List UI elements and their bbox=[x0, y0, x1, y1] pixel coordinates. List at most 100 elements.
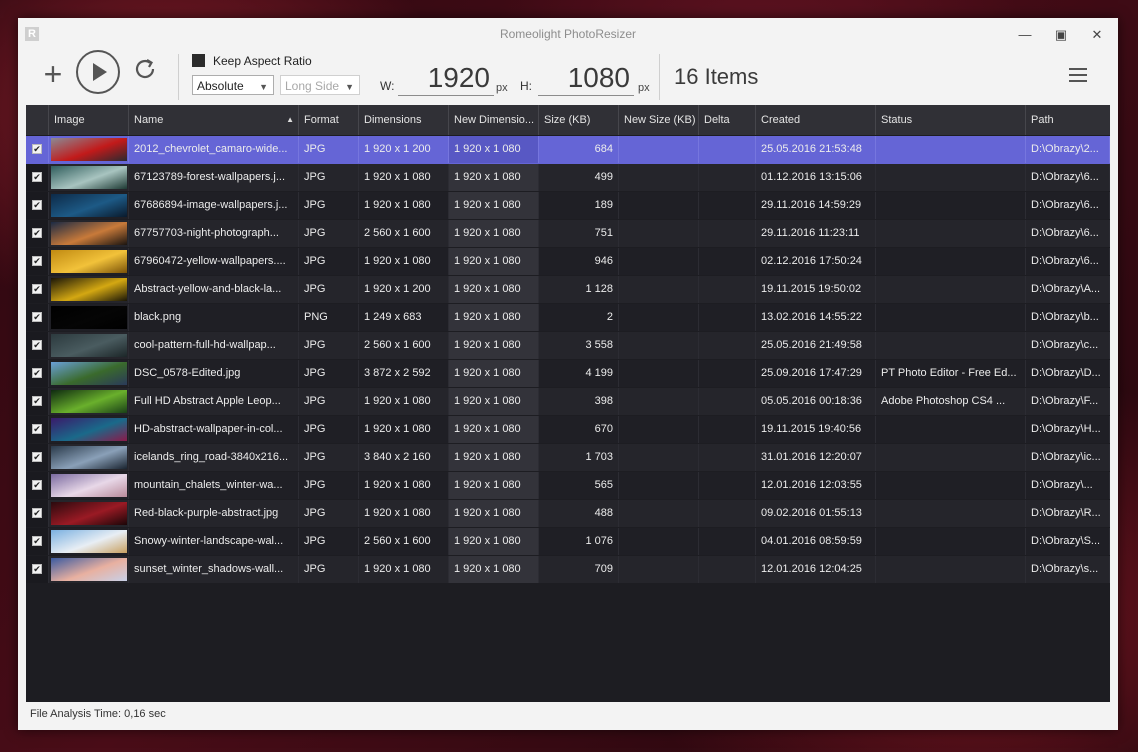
cell-format: JPG bbox=[299, 248, 359, 275]
table-row[interactable]: ✔ black.png PNG 1 249 x 683 1 920 x 1 080 2 13… bbox=[26, 304, 1110, 332]
table-row[interactable]: ✔ icelands_ring_road-3840x216... JPG 3 840 … bbox=[26, 444, 1110, 472]
cell-name: Full HD Abstract Apple Leop... bbox=[129, 388, 299, 415]
cell-format: JPG bbox=[299, 360, 359, 387]
cell-format: JPG bbox=[299, 388, 359, 415]
row-checkbox[interactable]: ✔ bbox=[32, 452, 42, 462]
hamburger-menu-button[interactable] bbox=[1069, 68, 1087, 82]
cell-name: icelands_ring_road-3840x216... bbox=[129, 444, 299, 471]
row-select-cell: ✔ bbox=[26, 444, 49, 471]
table-row[interactable]: ✔ cool-pattern-full-hd-wallpap... JPG 2 560… bbox=[26, 332, 1110, 360]
cell-delta bbox=[699, 220, 756, 247]
row-checkbox[interactable]: ✔ bbox=[32, 480, 42, 490]
column-header-status[interactable]: Status bbox=[876, 105, 1026, 135]
menu-icon bbox=[1069, 68, 1087, 70]
row-checkbox[interactable]: ✔ bbox=[32, 368, 42, 378]
table-row[interactable]: ✔ 67757703-night-photograph... JPG 2 560 x … bbox=[26, 220, 1110, 248]
cell-newsize bbox=[619, 304, 699, 331]
row-select-cell: ✔ bbox=[26, 192, 49, 219]
row-checkbox[interactable]: ✔ bbox=[32, 536, 42, 546]
keep-aspect-checkbox[interactable] bbox=[192, 54, 205, 67]
side-select[interactable]: Long Side ▼ bbox=[280, 75, 360, 95]
column-header-delta[interactable]: Delta bbox=[699, 105, 756, 135]
cell-size: 398 bbox=[539, 388, 619, 415]
cell-status bbox=[876, 164, 1026, 191]
sort-ascending-icon: ▲ bbox=[286, 115, 294, 124]
table-row[interactable]: ✔ 67123789-forest-wallpapers.j... JPG 1 920… bbox=[26, 164, 1110, 192]
cell-size: 3 558 bbox=[539, 332, 619, 359]
resize-mode-value: Absolute bbox=[197, 79, 244, 93]
refresh-button[interactable] bbox=[132, 56, 158, 82]
row-checkbox[interactable]: ✔ bbox=[32, 172, 42, 182]
cell-status bbox=[876, 276, 1026, 303]
cell-newsize bbox=[619, 388, 699, 415]
table-row[interactable]: ✔ Red-black-purple-abstract.jpg JPG 1 920 x… bbox=[26, 500, 1110, 528]
row-checkbox[interactable]: ✔ bbox=[32, 424, 42, 434]
row-select-cell: ✔ bbox=[26, 248, 49, 275]
maximize-button[interactable]: ▣ bbox=[1046, 24, 1076, 46]
cell-newsize bbox=[619, 360, 699, 387]
table-row[interactable]: ✔ Full HD Abstract Apple Leop... JPG 1 920 … bbox=[26, 388, 1110, 416]
column-header-created[interactable]: Created bbox=[756, 105, 876, 135]
row-select-cell: ✔ bbox=[26, 332, 49, 359]
row-checkbox[interactable]: ✔ bbox=[32, 396, 42, 406]
row-checkbox[interactable]: ✔ bbox=[32, 340, 42, 350]
image-thumbnail-cell bbox=[49, 136, 129, 163]
row-checkbox[interactable]: ✔ bbox=[32, 312, 42, 322]
width-input[interactable]: 1920 bbox=[398, 62, 490, 94]
column-header-name[interactable]: Name ▲ bbox=[129, 105, 299, 135]
cell-name: HD-abstract-wallpaper-in-col... bbox=[129, 416, 299, 443]
cell-path: D:\Obrazy\... bbox=[1026, 472, 1110, 499]
column-header-new-dimensions[interactable]: New Dimensio... bbox=[449, 105, 539, 135]
cell-newsize bbox=[619, 416, 699, 443]
cell-size: 1 128 bbox=[539, 276, 619, 303]
table-row[interactable]: ✔ Snowy-winter-landscape-wal... JPG 2 560 x… bbox=[26, 528, 1110, 556]
row-checkbox[interactable]: ✔ bbox=[32, 256, 42, 266]
table-row[interactable]: ✔ Abstract-yellow-and-black-la... JPG 1 920… bbox=[26, 276, 1110, 304]
add-files-button[interactable]: + bbox=[38, 56, 68, 94]
cell-name: Abstract-yellow-and-black-la... bbox=[129, 276, 299, 303]
column-header-dimensions[interactable]: Dimensions bbox=[359, 105, 449, 135]
row-checkbox[interactable]: ✔ bbox=[32, 144, 42, 154]
cell-newdims: 1 920 x 1 080 bbox=[449, 164, 539, 191]
column-header-image[interactable]: Image bbox=[49, 105, 129, 135]
close-button[interactable]: ✕ bbox=[1082, 24, 1112, 46]
table-row[interactable]: ✔ 67686894-image-wallpapers.j... JPG 1 920 … bbox=[26, 192, 1110, 220]
table-row[interactable]: ✔ sunset_winter_shadows-wall... JPG 1 920 x… bbox=[26, 556, 1110, 584]
chevron-down-icon: ▼ bbox=[259, 82, 268, 92]
column-header-format[interactable]: Format bbox=[299, 105, 359, 135]
row-select-cell: ✔ bbox=[26, 360, 49, 387]
cell-delta bbox=[699, 388, 756, 415]
row-checkbox[interactable]: ✔ bbox=[32, 200, 42, 210]
row-checkbox[interactable]: ✔ bbox=[32, 508, 42, 518]
cell-name: black.png bbox=[129, 304, 299, 331]
minimize-button[interactable]: — bbox=[1010, 24, 1040, 46]
cell-path: D:\Obrazy\R... bbox=[1026, 500, 1110, 527]
table-row[interactable]: ✔ HD-abstract-wallpaper-in-col... JPG 1 920… bbox=[26, 416, 1110, 444]
cell-newsize bbox=[619, 500, 699, 527]
column-header-size[interactable]: Size (KB) bbox=[539, 105, 619, 135]
table-row[interactable]: ✔ 67960472-yellow-wallpapers.... JPG 1 920 … bbox=[26, 248, 1110, 276]
cell-newdims: 1 920 x 1 080 bbox=[449, 472, 539, 499]
start-resize-button[interactable] bbox=[76, 50, 120, 94]
column-header-select[interactable] bbox=[26, 105, 49, 135]
table-row[interactable]: ✔ 2012_chevrolet_camaro-wide... JPG 1 920 x… bbox=[26, 136, 1110, 164]
row-checkbox[interactable]: ✔ bbox=[32, 228, 42, 238]
cell-path: D:\Obrazy\c... bbox=[1026, 332, 1110, 359]
table-row[interactable]: ✔ mountain_chalets_winter-wa... JPG 1 920 x… bbox=[26, 472, 1110, 500]
column-header-new-size[interactable]: New Size (KB) bbox=[619, 105, 699, 135]
file-grid[interactable]: Image Name ▲ Format Dimensions New Dimens… bbox=[26, 105, 1110, 702]
height-input[interactable]: 1080 bbox=[538, 62, 630, 94]
cell-dims: 1 920 x 1 080 bbox=[359, 164, 449, 191]
toolbar-separator bbox=[659, 54, 660, 100]
cell-format: JPG bbox=[299, 556, 359, 583]
table-row[interactable]: ✔ DSC_0578-Edited.jpg JPG 3 872 x 2 592 1 92… bbox=[26, 360, 1110, 388]
cell-created: 05.05.2016 00:18:36 bbox=[756, 388, 876, 415]
row-checkbox[interactable]: ✔ bbox=[32, 564, 42, 574]
row-checkbox[interactable]: ✔ bbox=[32, 284, 42, 294]
cell-dims: 2 560 x 1 600 bbox=[359, 220, 449, 247]
cell-size: 946 bbox=[539, 248, 619, 275]
resize-mode-select[interactable]: Absolute ▼ bbox=[192, 75, 274, 95]
image-thumbnail bbox=[51, 222, 127, 245]
image-thumbnail bbox=[51, 390, 127, 413]
column-header-path[interactable]: Path bbox=[1026, 105, 1110, 135]
